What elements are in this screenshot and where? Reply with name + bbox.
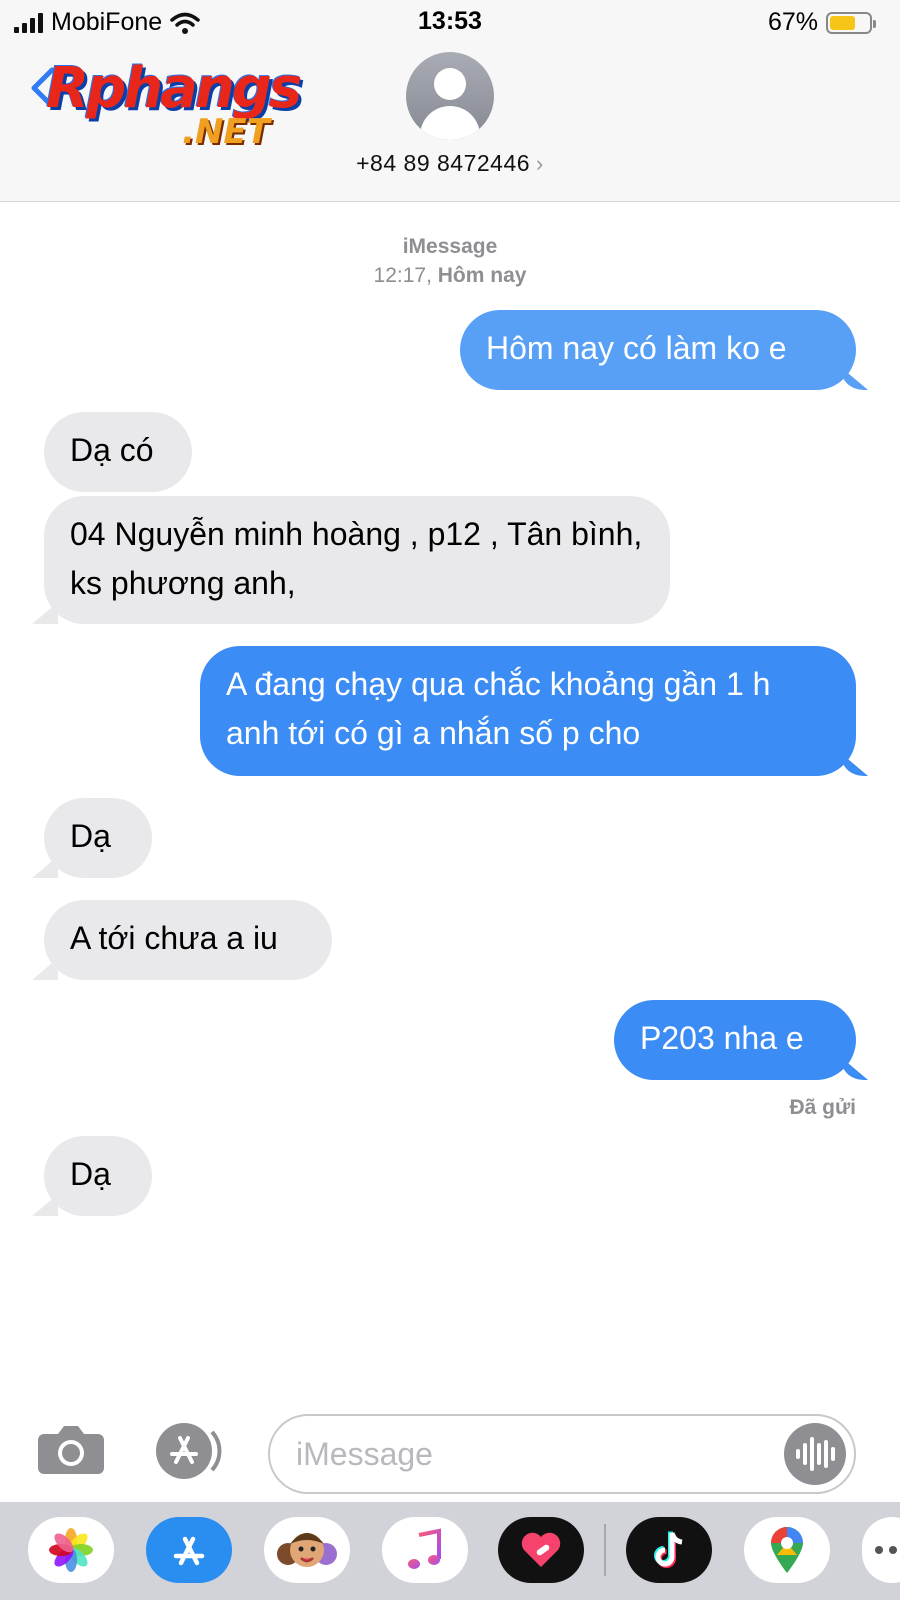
- message-text: Dạ: [70, 818, 111, 854]
- drawer-divider: [604, 1524, 606, 1576]
- message-input[interactable]: iMessage: [268, 1414, 856, 1494]
- message-text: A tới chưa a iu: [70, 920, 278, 956]
- photos-icon[interactable]: [28, 1517, 114, 1583]
- message-text: Dạ có: [70, 432, 154, 468]
- timestamp-time: 12:17,: [373, 264, 432, 287]
- contact-number[interactable]: +84 89 8472446: [356, 150, 530, 176]
- service-label: iMessage: [402, 235, 498, 258]
- camera-icon[interactable]: [36, 1422, 106, 1476]
- audio-waveform-icon[interactable]: [784, 1423, 846, 1485]
- watermark-logo: Rphangs .NET: [42, 56, 332, 156]
- compose-bar: iMessage: [0, 1400, 900, 1500]
- battery-icon: [826, 11, 876, 34]
- message-bubble-outgoing[interactable]: P203 nha e: [614, 1000, 856, 1080]
- battery-percent: 67%: [767, 8, 818, 36]
- tiktok-icon[interactable]: [626, 1517, 712, 1583]
- message-bubble-incoming[interactable]: A tới chưa a iu: [44, 900, 332, 980]
- message-bubble-outgoing[interactable]: Hôm nay có làm ko e: [460, 310, 856, 390]
- message-bubble-incoming[interactable]: 04 Nguyễn minh hoàng , p12 , Tân bình, k…: [44, 496, 670, 624]
- heart-app-icon[interactable]: [498, 1517, 584, 1583]
- status-bar: MobiFone 13:53 67%: [0, 0, 900, 44]
- thread-header: iMessage 12:17, Hôm nay: [0, 232, 900, 290]
- message-text: A đang chạy qua chắc khoảng gần 1 h anh …: [226, 666, 771, 751]
- message-text: Dạ: [70, 1156, 111, 1192]
- message-text: Hôm nay có làm ko e: [486, 330, 787, 366]
- contact-name[interactable]: +84 89 8472446 ›: [0, 150, 900, 177]
- message-text: 04 Nguyễn minh hoàng , p12 , Tân bình, k…: [70, 516, 643, 601]
- music-icon[interactable]: [382, 1517, 468, 1583]
- thread-timestamp: 12:17, Hôm nay: [0, 261, 900, 290]
- clock: 13:53: [418, 7, 482, 35]
- logo-text-net: .NET: [182, 112, 270, 152]
- avatar-body-shape: [420, 106, 480, 140]
- app-drawer: [0, 1502, 900, 1600]
- chevron-right-icon: ›: [536, 151, 544, 176]
- status-right: 67%: [767, 8, 876, 37]
- delivered-status: Đã gửi: [789, 1096, 856, 1119]
- app-store-icon[interactable]: [152, 1422, 226, 1480]
- message-bubble-incoming[interactable]: Dạ có: [44, 412, 192, 492]
- message-text: P203 nha e: [640, 1020, 804, 1056]
- message-bubble-incoming[interactable]: Dạ: [44, 798, 152, 878]
- memoji-icon[interactable]: [264, 1517, 350, 1583]
- avatar-head-shape: [434, 68, 466, 100]
- message-input-placeholder: iMessage: [296, 1436, 433, 1472]
- more-icon[interactable]: [862, 1517, 900, 1583]
- app-store-icon[interactable]: [146, 1517, 232, 1583]
- contact-avatar[interactable]: [406, 52, 494, 140]
- message-bubble-incoming[interactable]: Dạ: [44, 1136, 152, 1216]
- timestamp-day: Hôm nay: [437, 264, 527, 287]
- maps-icon[interactable]: [744, 1517, 830, 1583]
- message-bubble-outgoing[interactable]: A đang chạy qua chắc khoảng gần 1 h anh …: [200, 646, 856, 776]
